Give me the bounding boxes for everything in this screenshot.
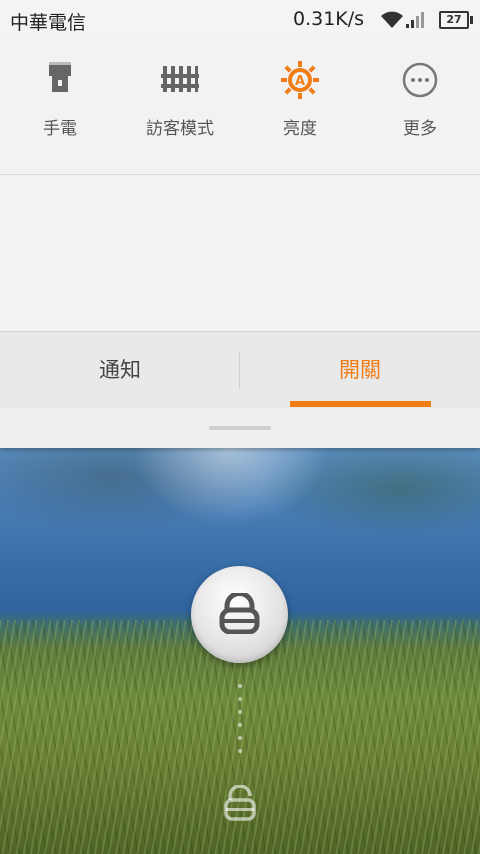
battery-icon: 27 xyxy=(439,11,473,29)
carrier-name: 中華電信 xyxy=(10,12,87,34)
toggle-flashlight[interactable]: 手電 xyxy=(0,60,120,139)
network-speed: 0.31K/s xyxy=(293,8,365,30)
toggle-guest-mode[interactable]: 訪客模式 xyxy=(120,60,240,139)
shade-empty-area xyxy=(0,175,480,331)
lock-slider-button[interactable] xyxy=(191,566,288,663)
toggle-brightness-label: 亮度 xyxy=(283,119,317,139)
toggle-brightness[interactable]: A 亮度 xyxy=(240,60,360,139)
tab-notifications[interactable]: 通知 xyxy=(0,332,240,408)
signal-icon xyxy=(406,10,430,32)
toggle-guest-mode-label: 訪客模式 xyxy=(146,119,214,139)
toggle-more[interactable]: 更多 xyxy=(360,60,480,139)
shade-tabs: 通知 開關 xyxy=(0,331,480,409)
toggle-flashlight-label: 手電 xyxy=(43,119,77,139)
brightness-auto-icon: A xyxy=(280,60,320,100)
wifi-icon xyxy=(379,9,405,33)
selected-tab-indicator xyxy=(290,401,431,407)
unlock-path-dots xyxy=(236,684,244,754)
notification-shade: 手電 訪客模式 A 亮度 更多 通知 開關 xyxy=(0,38,480,448)
shade-drag-handle[interactable] xyxy=(209,426,271,430)
svg-text:A: A xyxy=(295,74,305,89)
toggle-more-label: 更多 xyxy=(403,119,437,139)
flashlight-icon xyxy=(40,60,80,100)
unlock-icon[interactable] xyxy=(224,784,256,825)
guest-mode-icon xyxy=(160,60,200,100)
status-bar: 中華電信 0.31K/s 27 xyxy=(0,0,480,38)
quick-toggles-row: 手電 訪客模式 A 亮度 更多 xyxy=(0,38,480,175)
lock-icon xyxy=(219,593,260,634)
more-icon xyxy=(400,60,440,100)
shade-drag-bar[interactable] xyxy=(0,408,480,448)
tab-switches[interactable]: 開關 xyxy=(240,332,480,408)
